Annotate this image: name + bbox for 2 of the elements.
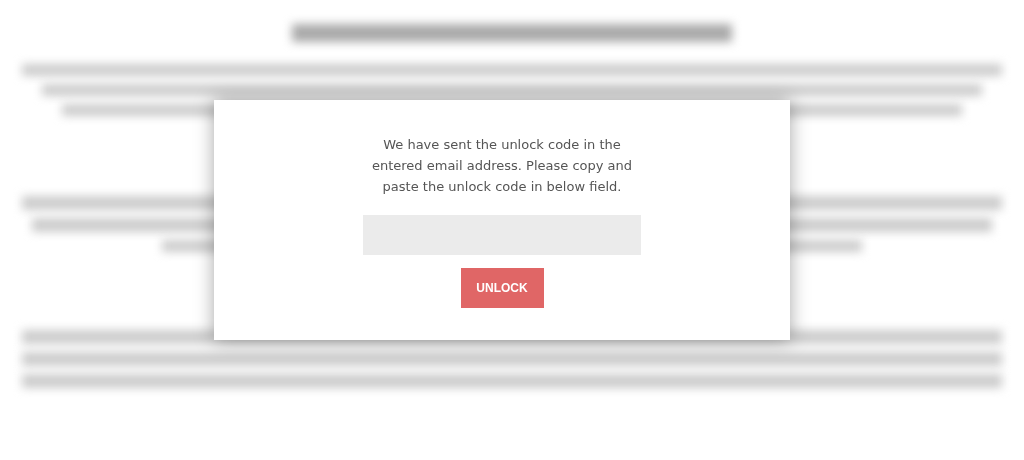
dialog-message: We have sent the unlock code in the entered email address. Please copy and paste the unlock code in below field.: [370, 136, 634, 196]
unlock-button[interactable]: UNLOCK: [460, 268, 544, 308]
